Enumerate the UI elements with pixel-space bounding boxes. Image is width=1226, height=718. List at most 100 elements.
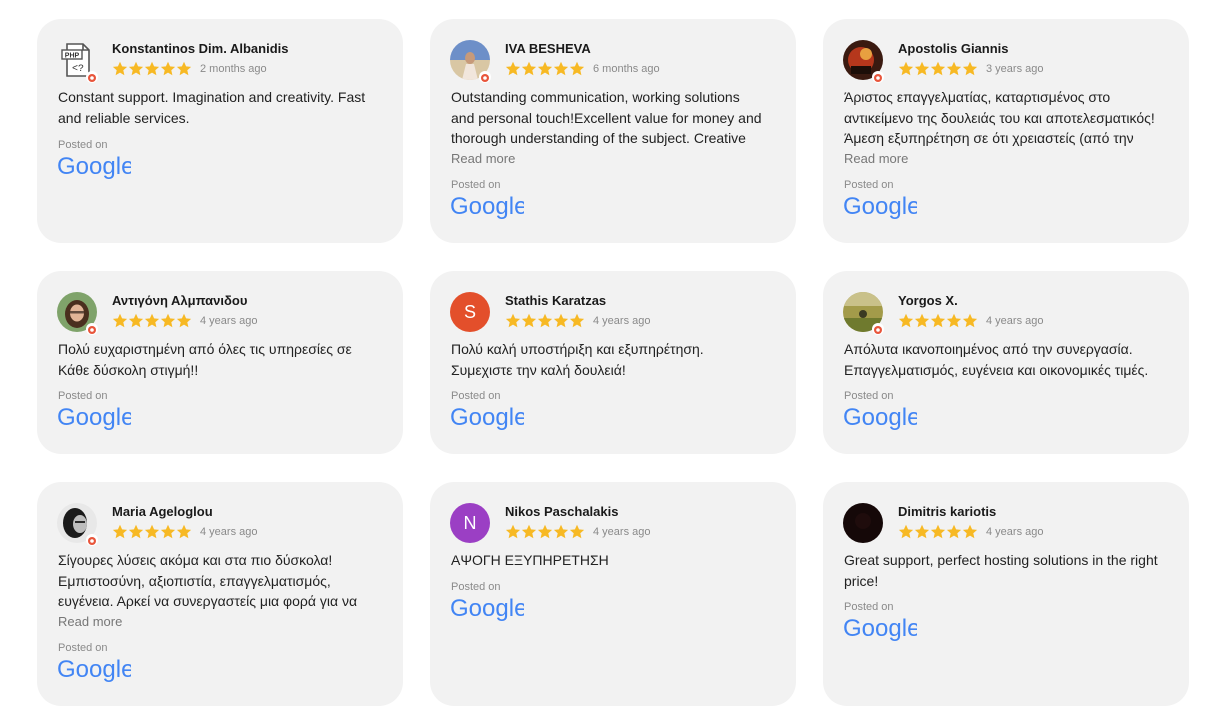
- posted-on-label: Posted on: [844, 390, 894, 402]
- google-logo[interactable]: Google: [57, 152, 131, 180]
- reviewer-name[interactable]: Maria Ageloglou: [112, 504, 213, 519]
- star-icon: [144, 524, 160, 539]
- star-icon: [505, 61, 521, 76]
- svg-text:Google: Google: [57, 404, 131, 431]
- google-logo[interactable]: Google: [57, 655, 131, 683]
- svg-text:Google: Google: [843, 193, 917, 220]
- review-date: 6 months ago: [593, 63, 660, 75]
- star-icon: [521, 61, 537, 76]
- review-date: 4 years ago: [593, 315, 651, 327]
- review-card: Apostolis Giannis 3 years ago Άριστος επ…: [823, 19, 1189, 243]
- google-wordmark-icon: Google: [843, 193, 917, 220]
- svg-text:Google: Google: [843, 404, 917, 431]
- google-logo[interactable]: Google: [843, 614, 917, 642]
- star-rating: [898, 61, 978, 77]
- google-logo[interactable]: Google: [843, 192, 917, 220]
- review-text: Άριστος επαγγελματίας, καταρτισμένος στο…: [844, 87, 1169, 169]
- svg-text:Google: Google: [843, 615, 917, 642]
- review-text: Πολύ καλή υποστήριξη και εξυπηρέτηση. Συ…: [451, 339, 776, 380]
- review-date: 4 years ago: [986, 526, 1044, 538]
- star-icon: [553, 61, 569, 76]
- review-text-line: Constant support. Imagination and creati…: [58, 89, 366, 105]
- google-logo[interactable]: Google: [450, 192, 524, 220]
- review-card: Yorgos X. 4 years ago Απόλυτα ικανοποιημ…: [823, 271, 1189, 454]
- avatar[interactable]: N: [450, 503, 490, 543]
- star-icon: [160, 61, 176, 76]
- star-icon: [505, 524, 521, 539]
- star-rating: [898, 313, 978, 329]
- review-text: Constant support. Imagination and creati…: [58, 87, 383, 128]
- star-icon: [914, 61, 930, 76]
- review-date: 3 years ago: [986, 63, 1044, 75]
- star-rating: [505, 313, 585, 329]
- google-logo[interactable]: Google: [843, 403, 917, 431]
- star-icon: [128, 61, 144, 76]
- reviewer-name[interactable]: Dimitris kariotis: [898, 504, 996, 519]
- review-text-line: ευγένεια. Αρκεί να συνεργαστείς μια φορά…: [58, 593, 358, 609]
- star-icon: [569, 524, 585, 539]
- review-text-line: Κάθε δύσκολη στιγμή!!: [58, 361, 199, 378]
- reviewer-name[interactable]: Αντιγόνη Αλμπανιδου: [112, 293, 247, 308]
- google-logo[interactable]: Google: [57, 403, 131, 431]
- star-icon: [914, 313, 930, 328]
- review-text-line: Outstanding communication, working solut…: [451, 89, 740, 105]
- svg-text:Google: Google: [57, 153, 131, 180]
- star-rating: [112, 313, 192, 329]
- review-text-line: Συμεχιστε την καλή δουλειά!: [451, 361, 626, 378]
- review-date: 4 years ago: [593, 526, 651, 538]
- posted-on-label: Posted on: [844, 601, 894, 613]
- reviewer-name[interactable]: Stathis Karatzas: [505, 293, 606, 308]
- reviewer-name[interactable]: Yorgos X.: [898, 293, 958, 308]
- star-icon: [569, 61, 585, 76]
- posted-on-label: Posted on: [58, 390, 108, 402]
- star-rating: [112, 524, 192, 540]
- google-logo[interactable]: Google: [450, 403, 524, 431]
- review-text: Σίγουρες λύσεις ακόμα και στα πιο δύσκολ…: [58, 550, 383, 632]
- google-wordmark-icon: Google: [450, 404, 524, 431]
- reviewer-name[interactable]: Konstantinos Dim. Albanidis: [112, 41, 288, 56]
- read-more-link[interactable]: Read more: [451, 149, 776, 170]
- star-icon: [112, 313, 128, 328]
- review-text-line: Άμεση εξυπηρέτηση σε ότι χρειαστείς (από…: [844, 130, 1134, 146]
- review-card: Maria Ageloglou 4 years ago Σίγουρες λύσ…: [37, 482, 403, 706]
- google-badge-icon: [86, 323, 98, 335]
- review-card: S Stathis Karatzas 4 years ago Πολύ καλή…: [430, 271, 796, 454]
- star-icon: [112, 61, 128, 76]
- star-icon: [930, 61, 946, 76]
- google-badge-icon: [479, 71, 491, 83]
- google-wordmark-icon: Google: [57, 404, 131, 431]
- google-badge-icon: [86, 534, 98, 546]
- star-icon: [930, 524, 946, 539]
- google-badge-icon: [86, 71, 98, 83]
- review-text-line: thorough understanding of the subject. C…: [451, 130, 746, 146]
- avatar-letter: N: [450, 503, 490, 543]
- google-badge-icon: [872, 323, 884, 335]
- star-icon: [898, 524, 914, 539]
- star-icon: [946, 524, 962, 539]
- reviewer-name[interactable]: Nikos Paschalakis: [505, 504, 618, 519]
- reviewer-name[interactable]: IVA BESHEVA: [505, 41, 591, 56]
- star-rating: [112, 61, 192, 77]
- star-icon: [521, 313, 537, 328]
- review-text-line: Πολύ καλή υποστήριξη και εξυπηρέτηση.: [451, 341, 704, 357]
- reviewer-name[interactable]: Apostolis Giannis: [898, 41, 1009, 56]
- review-text-line: ΑΨΟΓΗ ΕΞΥΠΗΡΕΤΗΣΗ: [451, 552, 609, 568]
- star-icon: [898, 61, 914, 76]
- star-icon: [176, 313, 192, 328]
- google-logo[interactable]: Google: [450, 594, 524, 622]
- review-text-line: Επαγγελματισμός, ευγένεια και οικονομικέ…: [844, 361, 1149, 378]
- avatar[interactable]: [843, 503, 883, 543]
- star-icon: [537, 524, 553, 539]
- read-more-link[interactable]: Read more: [844, 149, 1169, 170]
- google-wordmark-icon: Google: [450, 193, 524, 220]
- star-icon: [930, 313, 946, 328]
- star-rating: [505, 524, 585, 540]
- avatar[interactable]: S: [450, 292, 490, 332]
- review-text: Πολύ ευχαριστημένη από όλες τις υπηρεσίε…: [58, 339, 383, 380]
- review-text-line: price!: [844, 572, 879, 589]
- read-more-link[interactable]: Read more: [58, 612, 383, 633]
- star-icon: [553, 313, 569, 328]
- review-text: Outstanding communication, working solut…: [451, 87, 776, 169]
- star-icon: [914, 524, 930, 539]
- star-rating: [505, 61, 585, 77]
